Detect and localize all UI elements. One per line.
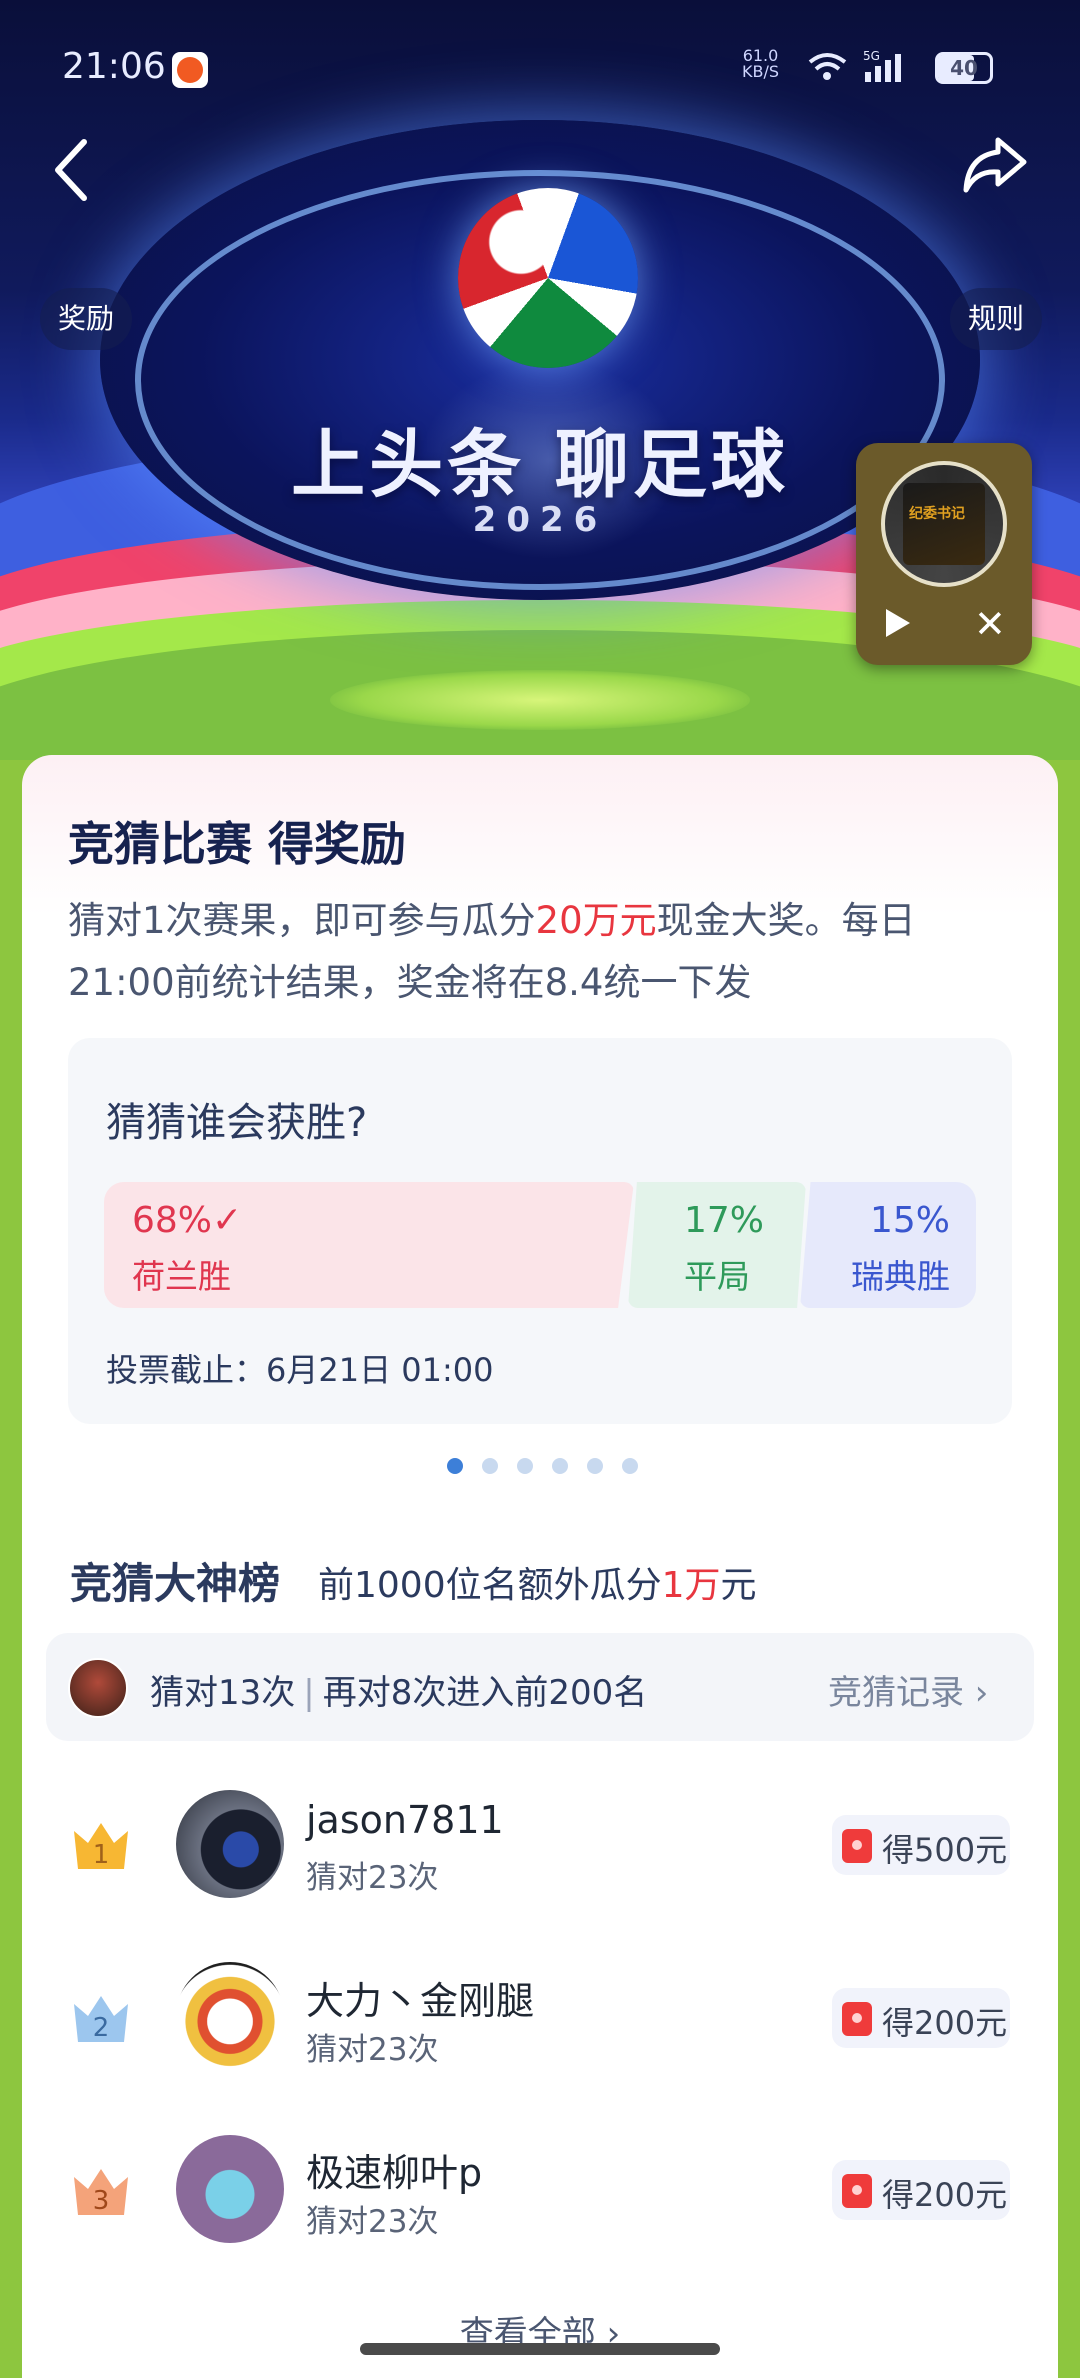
album-cover-title: 纪委书记 bbox=[909, 506, 965, 522]
pager-dot[interactable] bbox=[447, 1458, 463, 1474]
desc-text: 猜对1次赛果，即可参与瓜分 bbox=[68, 899, 536, 942]
pager-dot[interactable] bbox=[517, 1458, 533, 1474]
share-button[interactable] bbox=[958, 128, 1030, 200]
vote-label: 瑞典胜 bbox=[851, 1257, 950, 1296]
pager-dot[interactable] bbox=[587, 1458, 603, 1474]
avatar[interactable] bbox=[176, 1790, 284, 1898]
pager-dot[interactable] bbox=[552, 1458, 568, 1474]
home-indicator[interactable] bbox=[360, 2343, 720, 2355]
prize-badge: 得200元 bbox=[832, 1988, 1010, 2048]
user-name[interactable]: 大力丶金刚腿 bbox=[306, 1970, 534, 2025]
prize-text: 得200元 bbox=[882, 2004, 1008, 2042]
leaderboard-title: 竞猜大神榜 bbox=[70, 1559, 281, 1608]
prize-amount: 20万元 bbox=[535, 899, 657, 942]
vote-option-netherlands[interactable]: 68%✓ 荷兰胜 bbox=[104, 1182, 634, 1308]
rank-crown-icon: 2 bbox=[70, 1990, 132, 2052]
network-speed: 61.0 KB/S bbox=[742, 46, 780, 81]
share-icon bbox=[963, 137, 1027, 193]
pedestal bbox=[330, 670, 750, 730]
my-correct-count: 猜对13次 bbox=[150, 1673, 296, 1713]
separator: | bbox=[303, 1673, 315, 1713]
rules-button[interactable]: 规则 bbox=[950, 288, 1043, 350]
rank-number: 1 bbox=[93, 1840, 110, 1870]
red-envelope-icon bbox=[842, 2002, 872, 2036]
wifi-icon: 5G bbox=[808, 49, 901, 82]
vote-deadline: 投票截止：6月21日 01:00 bbox=[106, 1351, 494, 1389]
subtitle-text: 前1000位名额外瓜分 bbox=[318, 1565, 662, 1606]
album-cover: 纪委书记 bbox=[903, 483, 985, 565]
guess-record-link[interactable]: 竞猜记录 › bbox=[828, 1665, 988, 1714]
vote-option-sweden[interactable]: 15% 瑞典胜 bbox=[800, 1182, 976, 1308]
avatar[interactable] bbox=[176, 1962, 284, 2070]
rewards-button[interactable]: 奖励 bbox=[40, 288, 133, 350]
signal-icons: 5G bbox=[805, 48, 915, 96]
pager-dot[interactable] bbox=[622, 1458, 638, 1474]
rank-number: 3 bbox=[93, 2186, 110, 2216]
battery-icon: 40 bbox=[935, 52, 993, 84]
play-icon[interactable] bbox=[876, 603, 916, 643]
red-envelope-icon bbox=[842, 1829, 872, 1863]
status-time: 21:06 bbox=[62, 46, 166, 87]
pager-dot[interactable] bbox=[482, 1458, 498, 1474]
back-button[interactable] bbox=[46, 130, 106, 210]
leaderboard-subtitle: 前1000位名额外瓜分1万元 bbox=[318, 1556, 757, 1608]
vote-label: 荷兰胜 bbox=[132, 1257, 231, 1296]
app-notification-icon bbox=[172, 52, 208, 88]
bonus-amount: 1万 bbox=[661, 1565, 721, 1606]
vote-option-draw[interactable]: 17% 平局 bbox=[628, 1182, 806, 1308]
album-disc: 纪委书记 bbox=[881, 461, 1007, 587]
card-description: 猜对1次赛果，即可参与瓜分20万元现金大奖。每日21:00前统计结果，奖金将在8… bbox=[68, 890, 1008, 1014]
prize-badge: 得500元 bbox=[832, 1815, 1010, 1875]
rank-number: 2 bbox=[93, 2013, 110, 2043]
svg-text:5G: 5G bbox=[863, 49, 880, 63]
vote-percent: 15% bbox=[869, 1200, 950, 1241]
rank-crown-icon: 3 bbox=[70, 2163, 132, 2225]
correct-count: 猜对23次 bbox=[306, 1860, 439, 1896]
correct-count: 猜对23次 bbox=[306, 2032, 439, 2068]
red-envelope-icon bbox=[842, 2174, 872, 2208]
football-icon bbox=[458, 188, 638, 368]
my-progress-text: 猜对13次 | 再对8次进入前200名 bbox=[150, 1665, 647, 1714]
rank-crown-icon: 1 bbox=[70, 1817, 132, 1879]
avatar[interactable] bbox=[176, 2135, 284, 2243]
correct-count: 猜对23次 bbox=[306, 2204, 439, 2240]
vote-percent: 68%✓ bbox=[132, 1200, 243, 1241]
carousel-pager bbox=[447, 1458, 638, 1474]
user-name[interactable]: 极速柳叶p bbox=[306, 2142, 482, 2197]
vote-label: 平局 bbox=[684, 1257, 750, 1296]
my-next-goal: 再对8次进入前200名 bbox=[322, 1673, 648, 1713]
close-icon[interactable]: ✕ bbox=[974, 605, 1006, 643]
vote-question: 猜猜谁会获胜? bbox=[106, 1100, 368, 1146]
card-title: 竞猜比赛 得奖励 bbox=[68, 817, 407, 871]
vote-percent: 17% bbox=[684, 1200, 765, 1241]
avatar bbox=[68, 1658, 128, 1718]
user-name[interactable]: jason7811 bbox=[306, 1798, 504, 1842]
subtitle-text: 元 bbox=[720, 1565, 757, 1606]
chevron-left-icon bbox=[55, 139, 87, 201]
prize-text: 得500元 bbox=[882, 1831, 1008, 1869]
prize-text: 得200元 bbox=[882, 2176, 1008, 2214]
prize-badge: 得200元 bbox=[832, 2160, 1010, 2220]
floating-audio-player[interactable]: 纪委书记 ✕ bbox=[856, 443, 1032, 665]
